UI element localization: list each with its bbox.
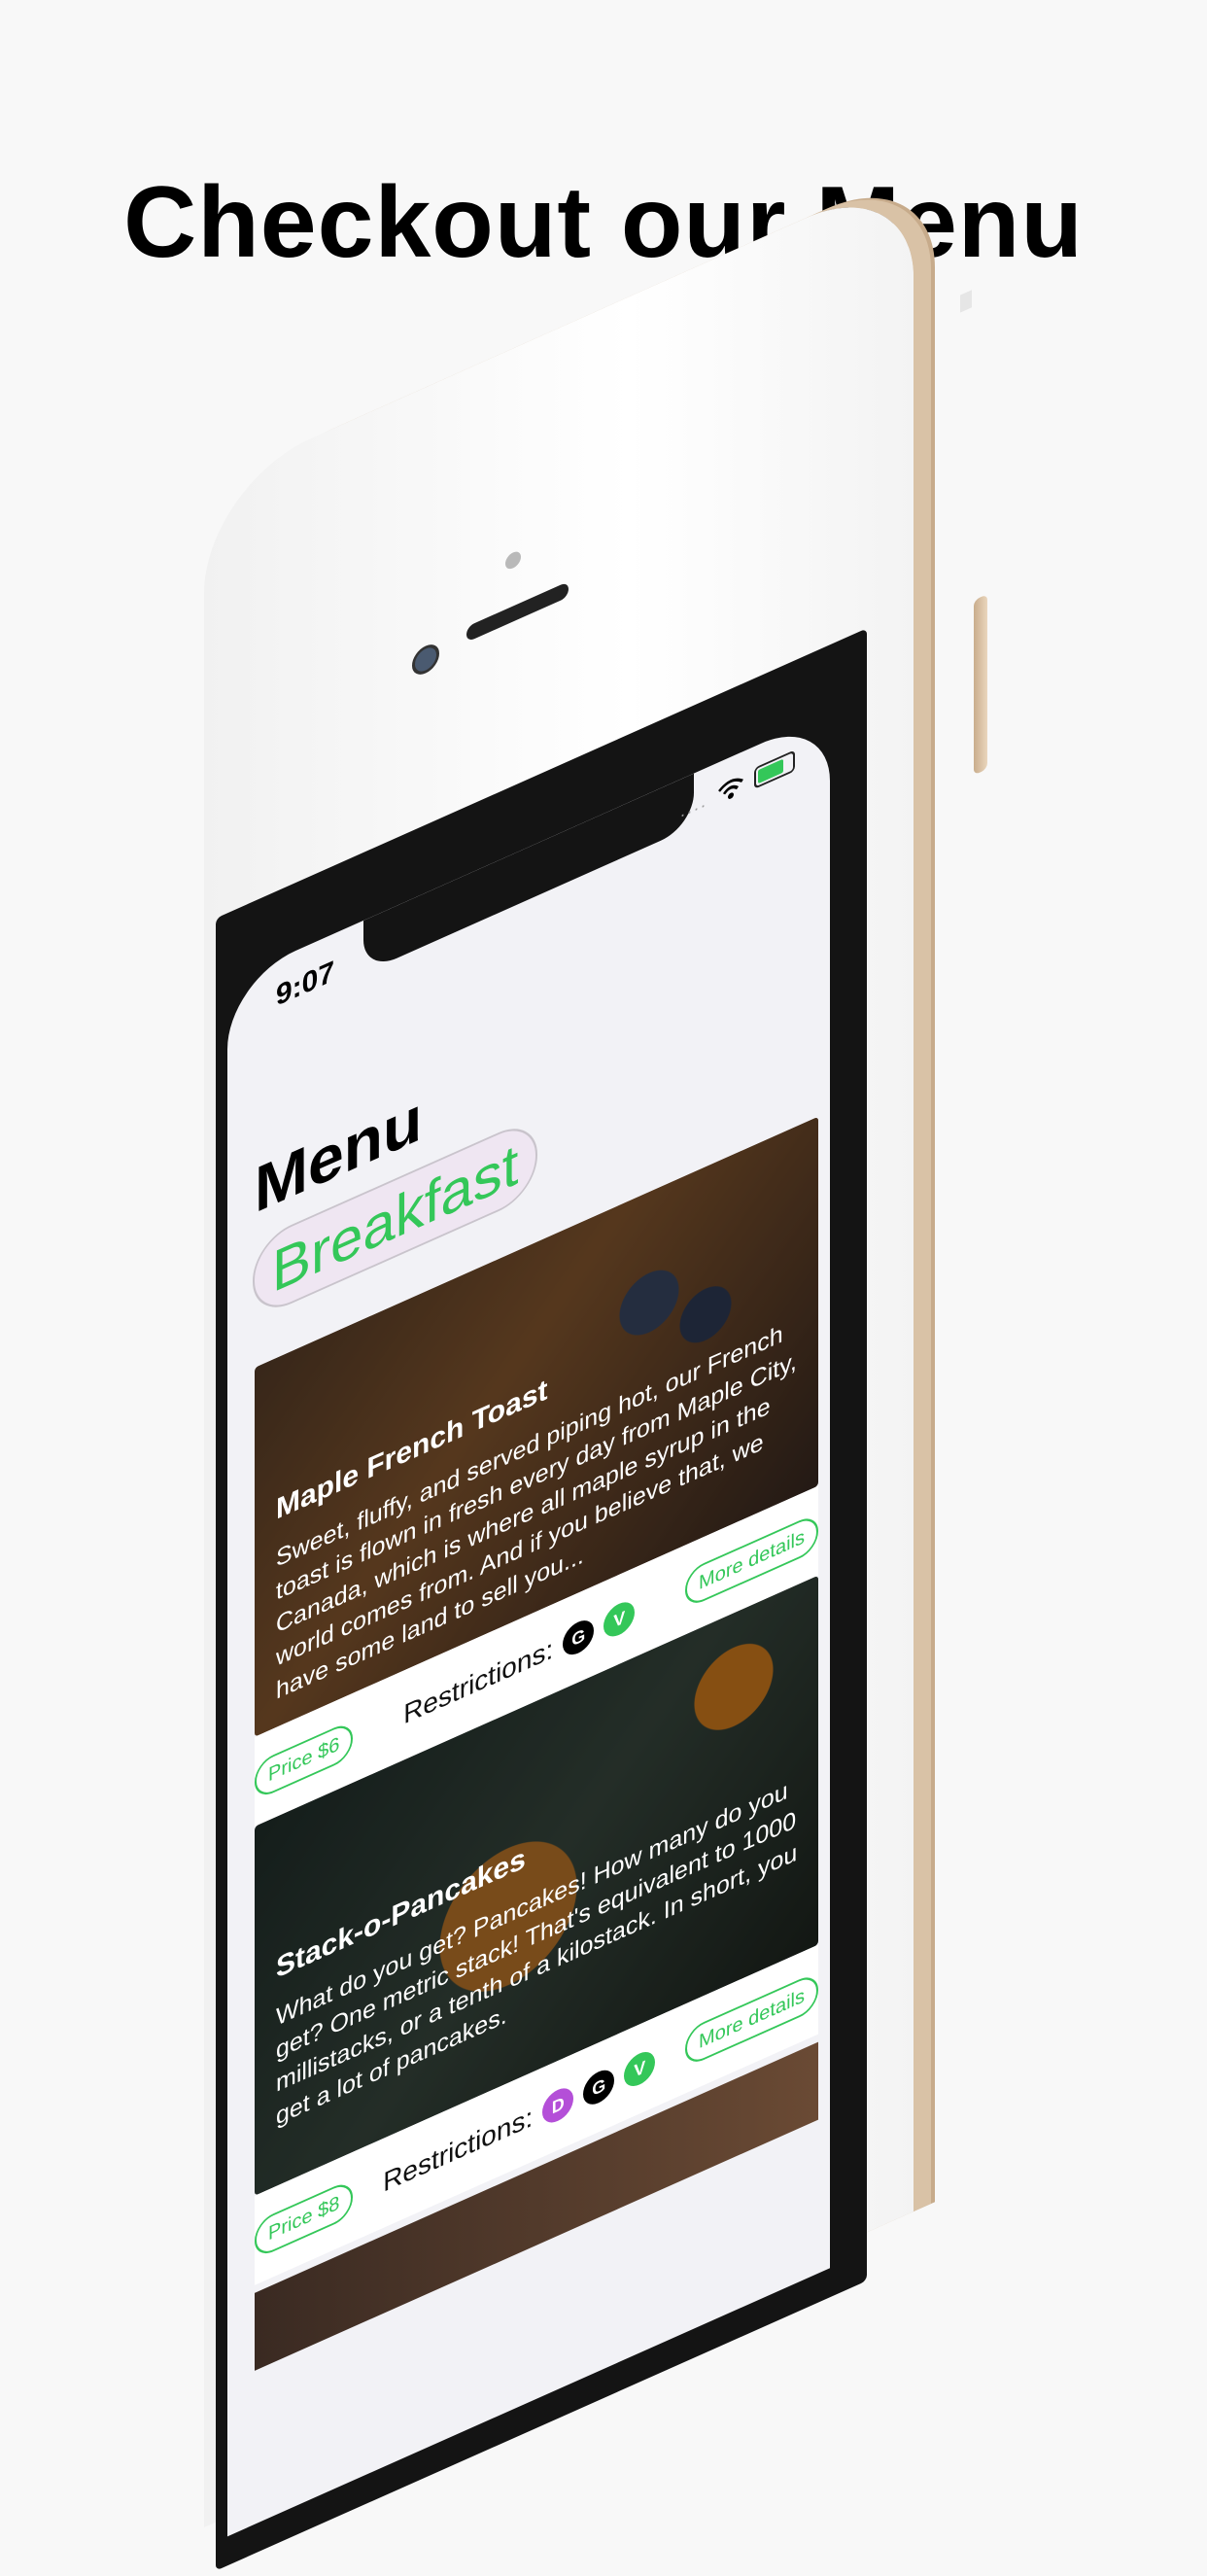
wifi-icon xyxy=(718,778,743,799)
battery-icon xyxy=(754,749,795,790)
headline: Checkout our Menu xyxy=(123,166,1084,279)
side-button xyxy=(974,594,987,776)
antenna-band xyxy=(960,290,972,313)
app-screen: 9:07 .... Menu Breakfast Maple French To… xyxy=(227,713,830,2537)
vegetarian-badge: V xyxy=(624,2046,656,2092)
menu-list: Maple French Toast Sweet, fluffy, and se… xyxy=(255,1116,818,2371)
status-time: 9:07 xyxy=(276,955,335,1014)
battery-level xyxy=(758,758,783,784)
phone-mockup: 9:07 .... Menu Breakfast Maple French To… xyxy=(204,157,987,2571)
vegetarian-badge: V xyxy=(604,1596,636,1642)
gluten-badge: G xyxy=(563,1615,595,1660)
gluten-badge: G xyxy=(583,2065,615,2110)
dairy-badge: D xyxy=(542,2082,574,2128)
price-pill[interactable]: Price $8 xyxy=(255,2177,354,2260)
